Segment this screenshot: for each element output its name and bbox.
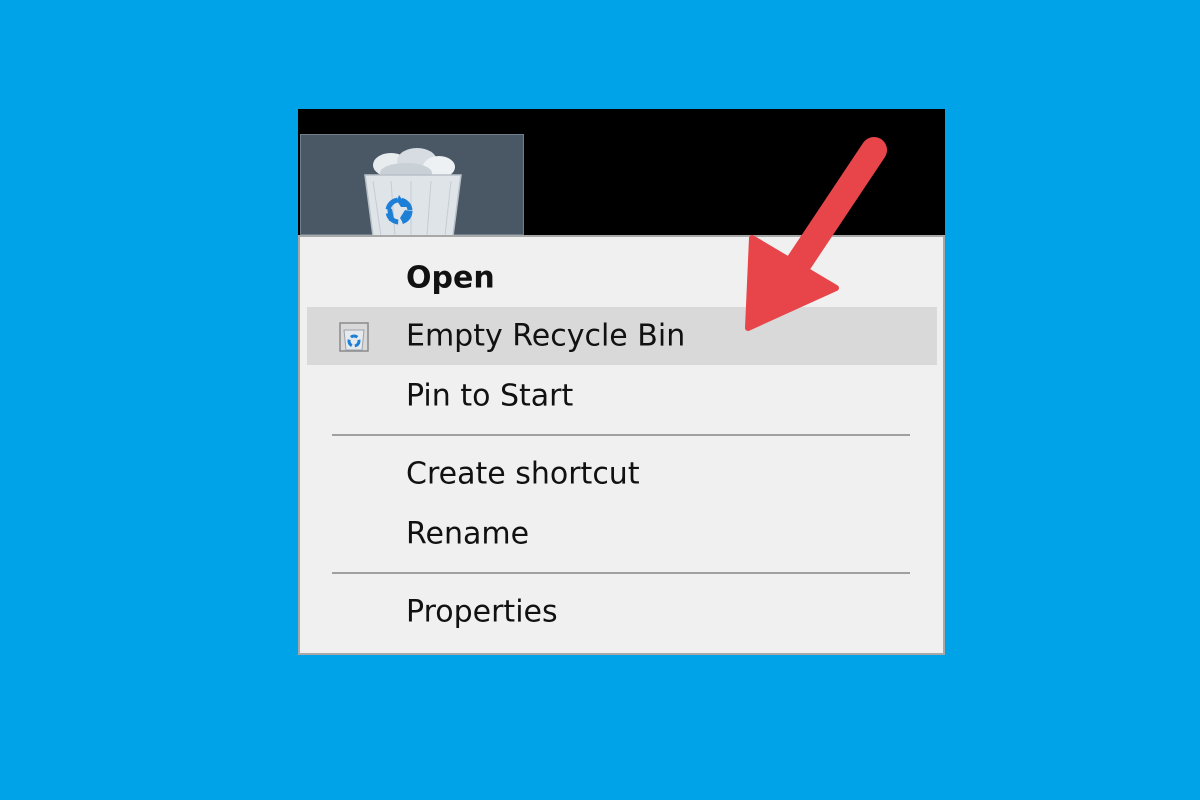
arrow-shaft — [777, 137, 887, 289]
annotation-arrow — [745, 137, 887, 331]
